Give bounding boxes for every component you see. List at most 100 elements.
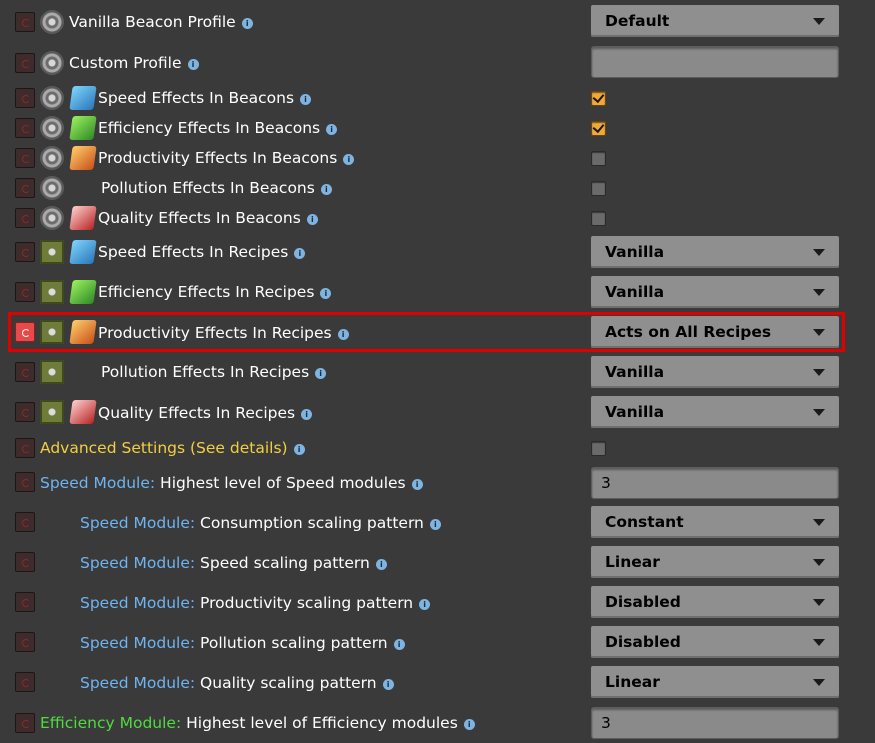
- advanced-settings-checkbox[interactable]: [591, 441, 606, 456]
- info-icon[interactable]: i: [382, 679, 394, 690]
- setting-row-efficiency-recipes: Efficiency Effects In Recipes i Vanilla: [0, 274, 875, 312]
- info-icon[interactable]: i: [463, 719, 475, 730]
- info-icon[interactable]: i: [320, 184, 332, 195]
- setting-label: Quality Effects In Recipes i: [98, 403, 313, 423]
- setting-label: Pollution Effects In Recipes i: [101, 362, 327, 382]
- productivity-module-icon: [69, 146, 97, 170]
- speed-recipes-dropdown[interactable]: Vanilla: [591, 236, 839, 268]
- info-icon[interactable]: i: [301, 409, 313, 420]
- reset-icon[interactable]: [15, 242, 35, 262]
- setting-label: Pollution Effects In Beacons i: [101, 178, 332, 198]
- reset-icon[interactable]: [15, 438, 35, 458]
- speed-highest-level-input[interactable]: 3: [591, 467, 839, 499]
- setting-label: Efficiency Effects In Recipes i: [98, 282, 332, 302]
- beacon-icon: [40, 86, 64, 110]
- info-icon[interactable]: i: [429, 519, 441, 530]
- info-icon[interactable]: i: [293, 444, 305, 455]
- setting-row-efficiency-highest-level: Efficiency Module: Highest level of Effi…: [0, 704, 875, 743]
- reset-icon[interactable]: [15, 472, 35, 492]
- info-icon[interactable]: i: [320, 288, 332, 299]
- setting-label: Speed Effects In Recipes i: [98, 242, 306, 262]
- info-icon[interactable]: i: [326, 124, 338, 135]
- reset-icon[interactable]: [15, 592, 35, 612]
- speed-beacons-checkbox[interactable]: [591, 91, 606, 106]
- setting-label: Custom Profile i: [69, 53, 199, 73]
- reset-icon[interactable]: [15, 53, 35, 73]
- setting-row-efficiency-beacons: Efficiency Effects In Beacons i: [0, 114, 875, 144]
- reset-icon[interactable]: [15, 552, 35, 572]
- speed-module-icon: [69, 86, 97, 110]
- info-icon[interactable]: i: [306, 214, 318, 225]
- info-icon[interactable]: i: [315, 368, 327, 379]
- beacon-icon: [40, 116, 64, 140]
- setting-label: Quality Effects In Beacons i: [98, 208, 318, 228]
- speed-productivity-dropdown[interactable]: Disabled: [591, 586, 839, 618]
- custom-profile-input[interactable]: [591, 46, 839, 78]
- setting-row-speed-quality: Speed Module: Quality scaling pattern i L…: [0, 664, 875, 702]
- reset-icon[interactable]: [15, 148, 35, 168]
- reset-icon[interactable]: [15, 672, 35, 692]
- setting-row-speed-highest-level: Speed Module: Highest level of Speed mod…: [0, 464, 875, 502]
- reset-icon[interactable]: [15, 402, 35, 422]
- efficiency-recipes-dropdown[interactable]: Vanilla: [591, 276, 839, 308]
- quality-module-icon: [69, 400, 97, 424]
- setting-row-speed-productivity: Speed Module: Productivity scaling patte…: [0, 584, 875, 622]
- efficiency-module-icon: [69, 116, 97, 140]
- reset-icon[interactable]: [15, 282, 35, 302]
- beacon-icon: [40, 10, 64, 34]
- reset-icon[interactable]: [15, 12, 35, 32]
- pollution-recipes-dropdown[interactable]: Vanilla: [591, 356, 839, 388]
- speed-consumption-dropdown[interactable]: Constant: [591, 506, 839, 538]
- setting-label: Efficiency Module: Highest level of Effi…: [40, 713, 475, 733]
- info-icon[interactable]: i: [294, 248, 306, 259]
- setting-row-speed-consumption: Speed Module: Consumption scaling patter…: [0, 504, 875, 542]
- beacon-icon: [40, 51, 64, 75]
- speed-speed-dropdown[interactable]: Linear: [591, 546, 839, 578]
- info-icon[interactable]: i: [411, 479, 423, 490]
- info-icon[interactable]: i: [300, 94, 312, 105]
- reset-icon[interactable]: [15, 118, 35, 138]
- quality-beacons-checkbox[interactable]: [591, 211, 606, 226]
- reset-icon[interactable]: [15, 88, 35, 108]
- assembler-icon: [40, 360, 64, 384]
- productivity-beacons-checkbox[interactable]: [591, 151, 606, 166]
- reset-icon[interactable]: [15, 178, 35, 198]
- info-icon[interactable]: i: [393, 639, 405, 650]
- highlight-box: [8, 312, 845, 352]
- reset-icon[interactable]: [15, 632, 35, 652]
- setting-label: Vanilla Beacon Profile i: [69, 12, 253, 32]
- assembler-icon: [40, 240, 64, 264]
- speed-quality-dropdown[interactable]: Linear: [591, 666, 839, 698]
- info-icon[interactable]: i: [241, 18, 253, 29]
- info-icon[interactable]: i: [375, 559, 387, 570]
- setting-row-speed-pollution: Speed Module: Pollution scaling pattern i…: [0, 624, 875, 662]
- setting-row-speed-beacons: Speed Effects In Beacons i: [0, 84, 875, 114]
- setting-label: Productivity Effects In Beacons i: [98, 148, 355, 168]
- speed-pollution-dropdown[interactable]: Disabled: [591, 626, 839, 658]
- info-icon[interactable]: i: [343, 154, 355, 165]
- setting-label: Advanced Settings (See details) i: [40, 438, 305, 458]
- setting-row-custom-profile: Custom Profile i: [0, 44, 875, 84]
- setting-label: Speed Module: Quality scaling pattern i: [80, 673, 394, 693]
- quality-recipes-dropdown[interactable]: Vanilla: [591, 396, 839, 428]
- efficiency-module-icon: [69, 280, 97, 304]
- setting-label: Speed Module: Highest level of Speed mod…: [40, 473, 423, 493]
- setting-row-quality-recipes: Quality Effects In Recipes i Vanilla: [0, 394, 875, 432]
- reset-icon[interactable]: [15, 362, 35, 382]
- info-icon[interactable]: i: [419, 599, 431, 610]
- setting-row-quality-beacons: Quality Effects In Beacons i: [0, 204, 875, 234]
- reset-icon[interactable]: [15, 208, 35, 228]
- setting-row-productivity-beacons: Productivity Effects In Beacons i: [0, 144, 875, 174]
- setting-row-speed-recipes: Speed Effects In Recipes i Vanilla: [0, 234, 875, 272]
- reset-icon[interactable]: [15, 713, 35, 733]
- profile-dropdown[interactable]: Default: [591, 5, 839, 37]
- setting-row-pollution-beacons: Pollution Effects In Beacons i: [0, 174, 875, 204]
- assembler-icon: [40, 400, 64, 424]
- efficiency-highest-level-input[interactable]: 3: [591, 707, 839, 739]
- beacon-icon: [40, 206, 64, 230]
- info-icon[interactable]: i: [187, 59, 199, 70]
- setting-label: Speed Module: Productivity scaling patte…: [80, 593, 431, 613]
- efficiency-beacons-checkbox[interactable]: [591, 121, 606, 136]
- reset-icon[interactable]: [15, 512, 35, 532]
- pollution-beacons-checkbox[interactable]: [591, 181, 606, 196]
